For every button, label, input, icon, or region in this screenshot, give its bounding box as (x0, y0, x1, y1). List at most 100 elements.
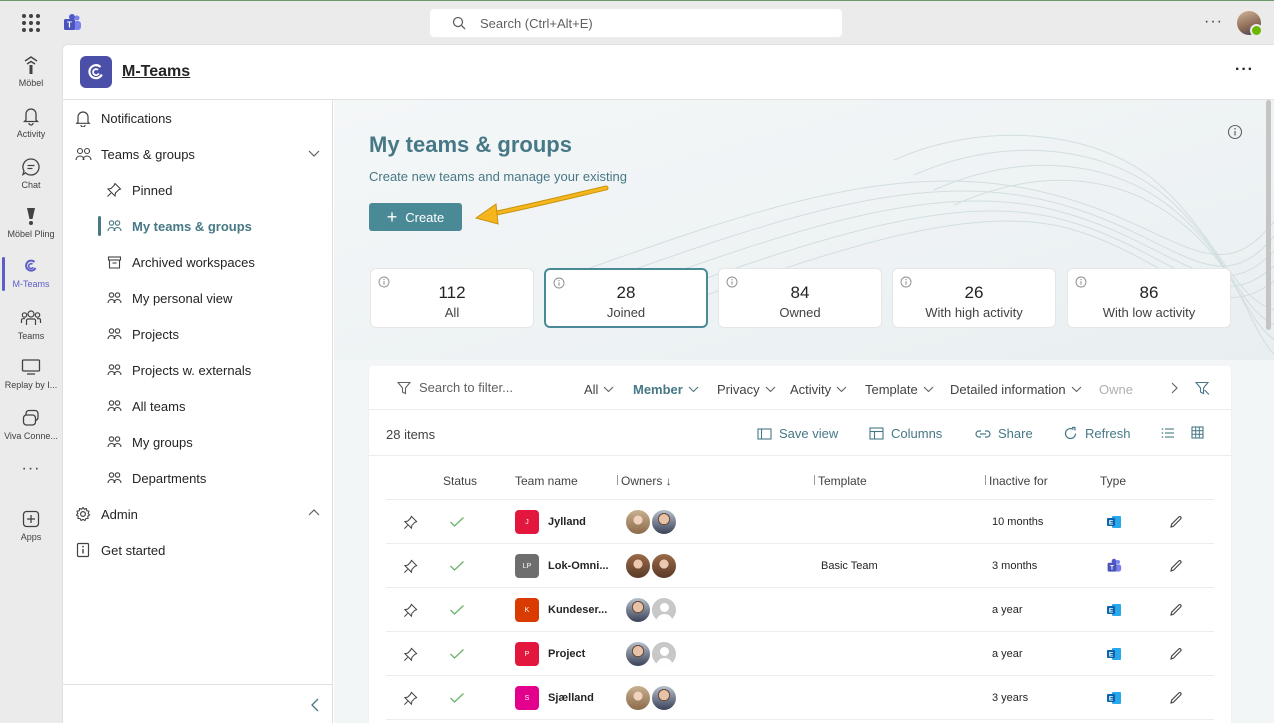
nav-item-pinned[interactable]: Pinned (63, 172, 333, 208)
rail-item-viva[interactable]: Viva Conne... (0, 401, 62, 451)
column-inactive[interactable]: Inactive for (985, 474, 1048, 488)
nav-item-my-teams-groups[interactable]: My teams & groups (63, 208, 333, 244)
app-launcher-icon[interactable] (22, 14, 40, 32)
owner-avatar[interactable] (650, 640, 678, 668)
more-options-icon[interactable]: ··· (1204, 13, 1223, 31)
team-name-cell[interactable]: S Sjælland (515, 676, 594, 720)
stat-card-high-activity[interactable]: 26 With high activity (892, 268, 1056, 328)
nav-item-projects[interactable]: Projects (63, 316, 333, 352)
owner-avatar[interactable] (624, 508, 652, 536)
filter-all-dropdown[interactable]: All (584, 382, 614, 397)
owner-avatar[interactable] (650, 596, 678, 624)
filter-member-dropdown[interactable]: Member (633, 382, 699, 397)
table-row[interactable]: P Project a year E (386, 632, 1214, 676)
table-row[interactable]: J Jylland 10 months E (386, 500, 1214, 544)
create-button[interactable]: + Create (369, 203, 462, 231)
owner-avatar[interactable] (624, 552, 652, 580)
team-avatar: P (515, 642, 539, 666)
nav-item-notifications[interactable]: Notifications (63, 100, 333, 136)
global-search-input[interactable]: Search (Ctrl+Alt+E) (430, 9, 842, 37)
nav-item-teams-groups[interactable]: Teams & groups (63, 136, 333, 172)
edit-icon[interactable] (1169, 544, 1183, 588)
nav-footer (63, 684, 333, 723)
edit-icon[interactable] (1169, 676, 1183, 720)
rail-item-mobel[interactable]: Möbel (0, 48, 62, 98)
team-name-cell[interactable]: J Jylland (515, 500, 586, 544)
team-name-cell[interactable]: LP Lok-Omni... (515, 544, 609, 588)
clear-filter-icon[interactable] (1195, 381, 1210, 395)
pin-icon[interactable] (403, 632, 418, 676)
column-owners[interactable]: Owners ↓ (617, 474, 672, 488)
rail-item-replay[interactable]: Replay by I... (0, 350, 62, 400)
page-scrollbar[interactable] (1266, 100, 1271, 330)
edit-icon[interactable] (1169, 632, 1183, 676)
pin-icon[interactable] (403, 588, 418, 632)
filter-detailed-dropdown[interactable]: Detailed information (950, 382, 1082, 397)
save-view-button[interactable]: Save view (757, 426, 838, 441)
filter-search-input[interactable]: Search to filter... (397, 380, 513, 395)
filter-privacy-dropdown[interactable]: Privacy (717, 382, 776, 397)
share-button[interactable]: Share (975, 426, 1033, 441)
table-header: Status Team name Owners ↓ Template Inact… (386, 462, 1214, 500)
owner-avatar[interactable] (624, 684, 652, 712)
column-team-name[interactable]: Team name (515, 474, 578, 488)
table-row[interactable]: K Kundeser... a year E (386, 588, 1214, 632)
pin-icon[interactable] (403, 500, 418, 544)
nav-item-my-groups[interactable]: My groups (63, 424, 333, 460)
rail-item-teams[interactable]: Teams (0, 301, 62, 351)
table-row[interactable]: S Sjælland 3 years E (386, 676, 1214, 720)
stat-card-low-activity[interactable]: 86 With low activity (1067, 268, 1231, 328)
info-icon[interactable] (1227, 124, 1243, 140)
rail-item-m-teams[interactable]: M-Teams (0, 249, 62, 299)
chevron-right-icon[interactable] (1170, 382, 1180, 394)
nav-item-admin[interactable]: Admin (63, 496, 333, 532)
owner-avatar[interactable] (624, 640, 652, 668)
table-row[interactable]: LP Lok-Omni... Basic Team 3 months T (386, 544, 1214, 588)
rail-more-icon[interactable]: ··· (0, 458, 62, 484)
stat-card-all[interactable]: 112 All (370, 268, 534, 328)
page-title: My teams & groups (369, 132, 572, 157)
owner-avatar[interactable] (650, 508, 678, 536)
replay-icon (21, 356, 41, 378)
column-status[interactable]: Status (443, 474, 477, 488)
filter-template-dropdown[interactable]: Template (865, 382, 934, 397)
pin-icon[interactable] (403, 676, 418, 720)
column-type[interactable]: Type (1100, 474, 1126, 488)
user-avatar[interactable] (1237, 11, 1263, 37)
exchange-type-icon: E (1106, 588, 1122, 632)
rail-item-activity[interactable]: Activity (0, 99, 62, 149)
owner-avatar[interactable] (650, 552, 678, 580)
chevron-up-icon[interactable] (307, 508, 321, 518)
owners-cell (624, 588, 678, 632)
nav-item-archived[interactable]: Archived workspaces (63, 244, 333, 280)
chevron-left-icon[interactable] (309, 697, 321, 713)
nav-item-departments[interactable]: Departments (63, 460, 333, 496)
nav-item-personal-view[interactable]: My personal view (63, 280, 333, 316)
owner-avatar[interactable] (650, 684, 678, 712)
owner-avatar[interactable] (624, 596, 652, 624)
edit-icon[interactable] (1169, 500, 1183, 544)
app-title[interactable]: M-Teams (122, 63, 190, 81)
stat-card-joined[interactable]: 28 Joined (544, 268, 708, 328)
rail-item-mobel-pling[interactable]: Möbel Pling (0, 199, 62, 249)
chevron-down-icon[interactable] (307, 148, 321, 158)
edit-icon[interactable] (1169, 588, 1183, 632)
stat-card-owned[interactable]: 84 Owned (718, 268, 882, 328)
columns-button[interactable]: Columns (869, 426, 942, 441)
filter-activity-dropdown[interactable]: Activity (790, 382, 847, 397)
filter-owners-dropdown[interactable]: Owne (1099, 382, 1133, 397)
rail-item-chat[interactable]: Chat (0, 150, 62, 200)
list-view-icon[interactable] (1161, 427, 1175, 439)
column-template[interactable]: Template (814, 474, 867, 488)
app-more-options-icon[interactable]: ··· (1235, 61, 1254, 79)
grid-view-icon[interactable] (1191, 426, 1204, 439)
nav-item-get-started[interactable]: Get started (63, 532, 333, 568)
team-name-cell[interactable]: K Kundeser... (515, 588, 607, 632)
inactive-cell: a year (992, 604, 1023, 616)
nav-item-projects-externals[interactable]: Projects w. externals (63, 352, 333, 388)
rail-item-apps[interactable]: Apps (0, 502, 62, 552)
team-name-cell[interactable]: P Project (515, 632, 585, 676)
refresh-button[interactable]: Refresh (1063, 426, 1131, 441)
pin-icon[interactable] (403, 544, 418, 588)
nav-item-all-teams[interactable]: All teams (63, 388, 333, 424)
